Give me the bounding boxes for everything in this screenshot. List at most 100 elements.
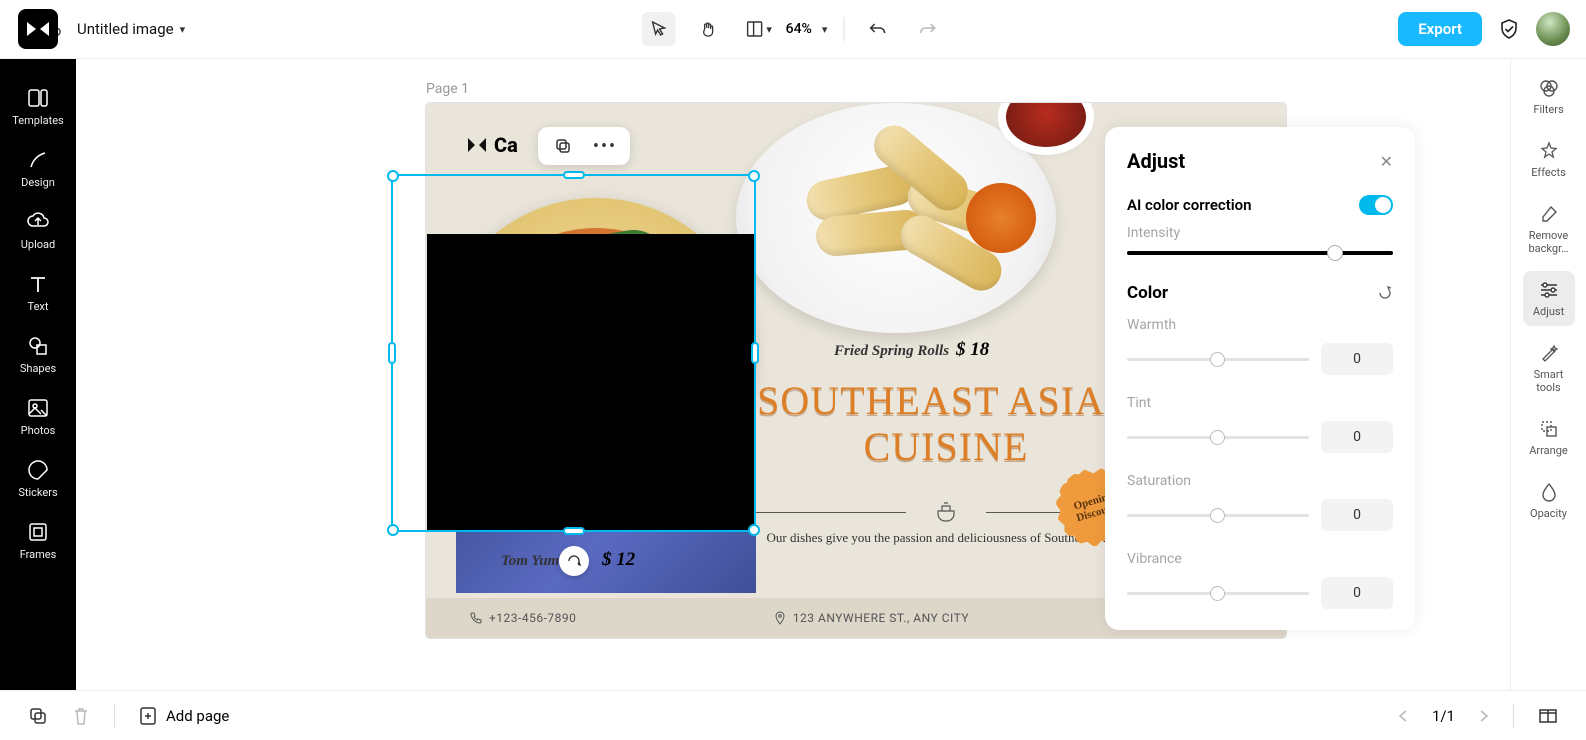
rail-item-effects[interactable]: Effects — [1523, 132, 1575, 187]
canvas-area[interactable]: Page 1 Ca ••• Tom Yum S $ — [76, 59, 1510, 690]
sidebar-item-shapes[interactable]: Shapes — [8, 325, 68, 385]
grid-view-button[interactable] — [1538, 707, 1558, 725]
layers-button[interactable] — [28, 706, 48, 726]
intensity-slider[interactable] — [1127, 251, 1393, 255]
undo-button[interactable] — [860, 12, 894, 46]
adjust-panel-title: Adjust — [1127, 149, 1185, 173]
slider-knob[interactable] — [1210, 586, 1225, 601]
resize-handle-tl[interactable] — [387, 170, 399, 182]
resize-handle-lm[interactable] — [388, 342, 396, 364]
tom-yum-image[interactable] — [426, 173, 766, 533]
ai-color-toggle[interactable] — [1359, 195, 1393, 215]
warmth-value[interactable]: 0 — [1321, 343, 1393, 375]
bottom-bar: Add page 1/1 — [0, 690, 1586, 740]
right-rail: Filters Effects Remove backgr… Adjust Sm… — [1510, 59, 1586, 690]
redo-button[interactable] — [910, 12, 944, 46]
adjust-icon — [1523, 279, 1575, 301]
adjust-panel: Adjust ✕ AI color correction Intensity C… — [1105, 127, 1415, 630]
vibrance-slider[interactable] — [1127, 592, 1309, 595]
arrange-icon — [1523, 418, 1575, 440]
templates-icon — [8, 87, 68, 109]
page-label: Page 1 — [426, 81, 469, 97]
artboard-tool[interactable]: ▾ — [742, 12, 776, 46]
pot-icon — [934, 501, 958, 523]
separator — [114, 704, 115, 728]
shield-icon[interactable] — [1498, 18, 1520, 40]
add-page-icon — [139, 706, 157, 726]
more-options-button[interactable]: ••• — [594, 135, 616, 157]
tint-slider[interactable] — [1127, 436, 1309, 439]
tom-yum-label[interactable]: Tom Yum S — [501, 553, 571, 570]
tint-value[interactable]: 0 — [1321, 421, 1393, 453]
reset-color-icon[interactable] — [1377, 285, 1393, 301]
design-brand[interactable]: Ca — [466, 133, 518, 157]
brand-logo-icon — [466, 136, 488, 154]
cursor-tool[interactable] — [642, 12, 676, 46]
header-center-tools: ▾ 64% ▾ — [642, 12, 945, 46]
color-section-title: Color — [1127, 283, 1168, 303]
resize-handle-bl[interactable] — [387, 524, 399, 536]
flower-garnish — [966, 183, 1036, 253]
delete-button[interactable] — [72, 706, 90, 726]
next-page-button[interactable] — [1479, 709, 1489, 723]
separator — [843, 17, 844, 41]
rail-item-remove-bg[interactable]: Remove backgr… — [1523, 195, 1575, 263]
warmth-slider[interactable] — [1127, 358, 1309, 361]
hand-tool[interactable] — [692, 12, 726, 46]
avatar[interactable] — [1536, 12, 1570, 46]
sidebar-item-text[interactable]: Text — [8, 263, 68, 323]
slider-knob[interactable] — [1210, 430, 1225, 445]
app-logo[interactable] — [18, 9, 58, 49]
vibrance-value[interactable]: 0 — [1321, 577, 1393, 609]
close-icon[interactable]: ✕ — [1380, 152, 1393, 171]
intensity-label: Intensity — [1127, 225, 1393, 241]
rail-item-opacity[interactable]: Opacity — [1523, 473, 1575, 528]
light-section-title: Light — [1127, 629, 1166, 630]
sidebar-item-photos[interactable]: Photos — [8, 387, 68, 447]
ai-color-label: AI color correction — [1127, 196, 1252, 214]
filters-icon — [1523, 77, 1575, 99]
add-page-button[interactable]: Add page — [139, 706, 229, 726]
slider-knob[interactable] — [1327, 245, 1343, 261]
footer-phone[interactable]: +123-456-7890 — [470, 611, 576, 625]
shapes-icon — [8, 335, 68, 357]
slider-knob[interactable] — [1210, 508, 1225, 523]
saturation-label: Saturation — [1127, 473, 1393, 489]
saturation-value[interactable]: 0 — [1321, 499, 1393, 531]
sidebar-item-stickers[interactable]: Stickers — [8, 449, 68, 509]
file-name[interactable]: Untitled image ▾ — [77, 20, 185, 38]
rail-item-smart-tools[interactable]: Smart tools — [1523, 334, 1575, 402]
sidebar-item-frames[interactable]: Frames — [8, 511, 68, 571]
file-name-text: Untitled image — [77, 20, 174, 38]
top-header: Untitled image ▾ ▾ 64% ▾ Export — [0, 0, 1586, 59]
export-button[interactable]: Export — [1398, 12, 1482, 46]
spring-rolls-price[interactable]: $ 18 — [956, 339, 989, 361]
saturation-slider[interactable] — [1127, 514, 1309, 517]
opacity-icon — [1523, 481, 1575, 503]
sidebar-item-design[interactable]: Design — [8, 139, 68, 199]
spring-rolls-label[interactable]: Fried Spring Rolls — [834, 343, 949, 360]
sidebar-item-upload[interactable]: Upload — [8, 201, 68, 261]
tom-yum-price[interactable]: $ 12 — [602, 549, 635, 571]
prev-page-button[interactable] — [1398, 709, 1408, 723]
duplicate-button[interactable] — [552, 135, 574, 157]
photos-icon — [8, 397, 68, 419]
sidebar-item-templates[interactable]: Templates — [8, 77, 68, 137]
tint-label: Tint — [1127, 395, 1393, 411]
rail-item-arrange[interactable]: Arrange — [1523, 410, 1575, 465]
slider-knob[interactable] — [1210, 352, 1225, 367]
chevron-down-icon[interactable]: ▾ — [822, 23, 828, 36]
phone-icon — [470, 612, 482, 624]
frames-icon — [8, 521, 68, 543]
upload-icon — [8, 211, 68, 233]
stickers-icon — [8, 459, 68, 481]
chevron-down-icon: ▾ — [180, 23, 186, 36]
effects-icon — [1523, 140, 1575, 162]
rail-item-adjust[interactable]: Adjust — [1523, 271, 1575, 326]
eraser-icon — [1523, 203, 1575, 225]
warmth-label: Warmth — [1127, 317, 1393, 333]
vibrance-label: Vibrance — [1127, 551, 1393, 567]
zoom-percentage[interactable]: 64% — [786, 21, 812, 37]
rail-item-filters[interactable]: Filters — [1523, 69, 1575, 124]
footer-address[interactable]: 123 ANYWHERE ST., ANY CITY — [774, 611, 969, 625]
